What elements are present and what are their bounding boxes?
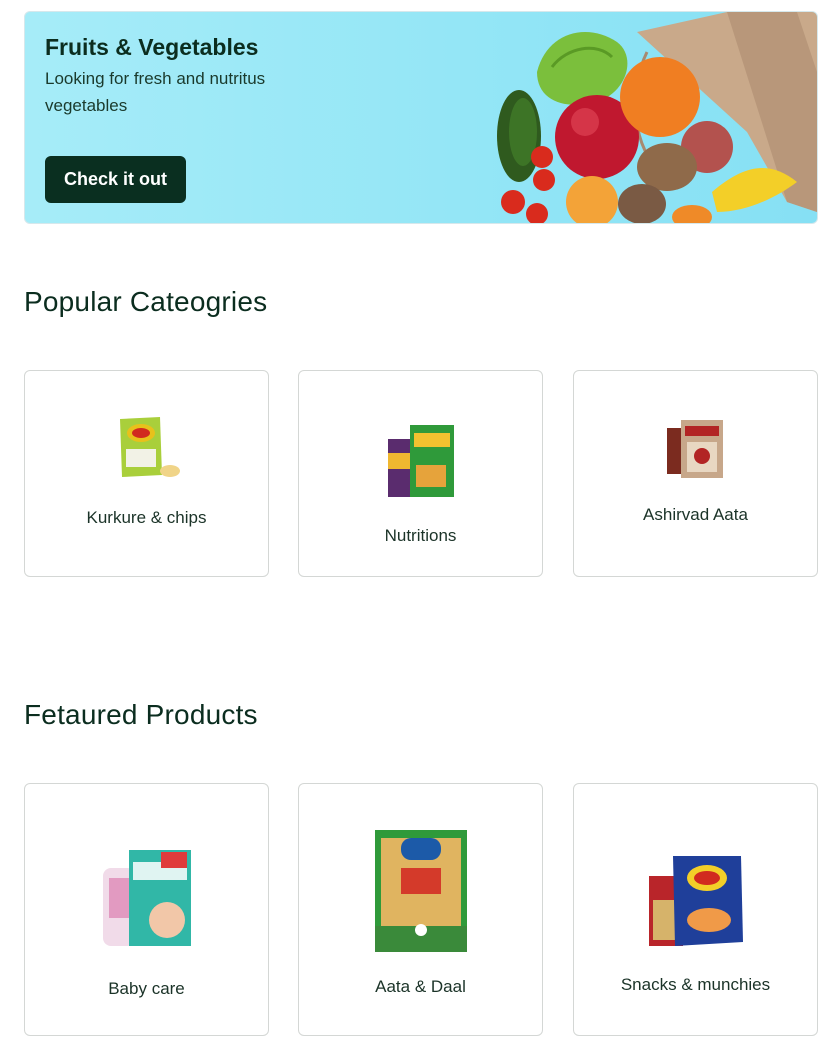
banner-title: Fruits & Vegetables bbox=[45, 34, 259, 60]
chips-packet-icon bbox=[119, 417, 180, 477]
popular-categories-title: Popular Cateogries bbox=[24, 286, 268, 317]
category-label: Ashirvad Aata bbox=[643, 505, 748, 524]
product-card-aata-daal[interactable]: Aata & Daal bbox=[298, 783, 543, 1036]
category-card-kurkure-chips[interactable]: Kurkure & chips bbox=[24, 370, 269, 577]
aata-bag-icon bbox=[666, 420, 723, 478]
diapers-pack-icon bbox=[102, 850, 191, 946]
category-label: Nutritions bbox=[384, 526, 457, 545]
nutrition-packs-icon bbox=[387, 425, 454, 497]
product-label: Baby care bbox=[108, 979, 185, 998]
category-card-nutritions[interactable]: Nutritions bbox=[298, 370, 543, 577]
check-it-out-button[interactable]: Check it out bbox=[45, 156, 186, 203]
vegetables-bag-illustration bbox=[497, 12, 817, 223]
product-label: Snacks & munchies bbox=[620, 975, 771, 994]
category-label: Kurkure & chips bbox=[86, 508, 207, 527]
category-card-ashirvad-aata[interactable]: Ashirvad Aata bbox=[573, 370, 818, 577]
promo-banner: Fruits & Vegetables Looking for fresh an… bbox=[24, 11, 818, 224]
product-label: Aata & Daal bbox=[375, 977, 466, 996]
product-card-baby-care[interactable]: Baby care bbox=[24, 783, 269, 1036]
product-card-snacks-munchies[interactable]: Snacks & munchies bbox=[573, 783, 818, 1036]
banner-subtitle: Looking for fresh and nutritus vegetable… bbox=[45, 69, 266, 115]
daal-pack-icon bbox=[374, 830, 467, 952]
featured-products-title: Fetaured Products bbox=[24, 699, 258, 730]
snacks-packs-icon bbox=[648, 856, 743, 946]
